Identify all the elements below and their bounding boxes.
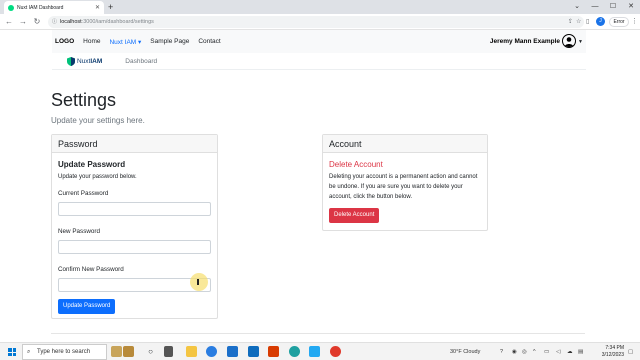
bookmark-star-icon[interactable]: ☆	[576, 17, 581, 27]
password-card-header: Password	[52, 135, 217, 153]
nuxt-favicon-icon	[8, 4, 14, 11]
password-card-body: Update Password Update your password bel…	[52, 153, 217, 320]
confirm-password-label: Confirm New Password	[58, 266, 124, 273]
account-card-header: Account	[323, 135, 487, 153]
nav-link-home[interactable]: Home	[83, 38, 100, 45]
window-controls: — ☐ ✕	[586, 0, 640, 14]
nuxt-iam-logo[interactable]: Nuxt IAM	[67, 56, 103, 66]
current-password-label: Current Password	[58, 190, 109, 197]
navbar-brand[interactable]: LOGO	[55, 38, 74, 45]
taskbar-search-box[interactable]: ⌕ Type here to search	[22, 344, 107, 360]
volume-icon[interactable]: ◁	[556, 343, 560, 360]
clock-time: 7:34 PM	[605, 345, 624, 351]
nav-link-sample-page[interactable]: Sample Page	[150, 38, 189, 45]
store-icon[interactable]	[227, 346, 238, 357]
chrome-alt-icon[interactable]	[206, 346, 217, 357]
logo-text-nuxt: Nuxt	[77, 57, 91, 65]
file-explorer-icon[interactable]	[186, 346, 197, 357]
weather-widget[interactable]: 30°F Cloudy	[450, 343, 480, 360]
info-icon[interactable]: ⓘ	[52, 16, 57, 28]
browser-menu-icon[interactable]: ⋮	[631, 17, 638, 27]
nav-link-contact[interactable]: Contact	[198, 38, 220, 45]
onedrive-icon[interactable]: ☁	[567, 343, 573, 360]
new-password-input[interactable]	[58, 240, 211, 254]
widgets-app-icon[interactable]	[111, 346, 122, 357]
shield-icon	[67, 56, 75, 66]
tray-icon-b[interactable]: ◎	[522, 343, 527, 360]
language-icon[interactable]: ▤	[578, 343, 583, 360]
windows-taskbar: ⌕ Type here to search ○ 30°F Cloudy ? ◉ …	[0, 342, 640, 360]
delete-account-title: Delete Account	[329, 160, 383, 169]
app-navbar: LOGO Home Nuxt IAM ▾ Sample Page Contact…	[52, 30, 586, 53]
tab-title: Nuxt IAM Dashboard	[17, 4, 64, 11]
maximize-icon[interactable]: ☐	[604, 0, 622, 14]
search-icon: ⌕	[27, 349, 31, 355]
new-password-label: New Password	[58, 228, 100, 235]
close-window-icon[interactable]: ✕	[622, 0, 640, 14]
network-icon[interactable]: ▭	[544, 343, 549, 360]
current-password-input[interactable]	[58, 202, 211, 216]
tray-chevron-icon[interactable]: ^	[533, 343, 536, 360]
browser-tab[interactable]: Nuxt IAM Dashboard ✕	[4, 1, 104, 14]
new-tab-icon[interactable]: +	[108, 1, 113, 13]
windows-start-icon[interactable]	[8, 348, 16, 356]
tray-help-icon[interactable]: ?	[500, 343, 503, 360]
mail-icon[interactable]	[248, 346, 259, 357]
nav-link-nuxt-iam[interactable]: Nuxt IAM ▾	[109, 38, 141, 46]
task-view-icon[interactable]	[164, 346, 173, 357]
page-subtitle: Update your settings here.	[51, 116, 145, 125]
cortana-icon[interactable]: ○	[145, 346, 156, 357]
logo-text-iam: IAM	[90, 57, 103, 65]
address-bar[interactable]: ⓘ localhost:3000/iam/dashboard/settings	[48, 16, 584, 28]
cursor-highlight	[190, 273, 208, 291]
side-panel-icon[interactable]: ▯	[586, 17, 589, 27]
dashboard-link[interactable]: Dashboard	[125, 58, 157, 65]
notification-icon[interactable]: ▢	[628, 343, 633, 360]
user-avatar-icon[interactable]	[562, 34, 576, 48]
browser-toolbar: ← → ↻ ⓘ localhost:3000/iam/dashboard/set…	[0, 14, 640, 30]
page-title: Settings	[51, 90, 117, 110]
update-password-title: Update Password	[58, 160, 126, 169]
taskbar-search-placeholder: Type here to search	[37, 349, 91, 355]
delete-account-button[interactable]: Delete Account	[329, 208, 380, 223]
office-icon[interactable]	[268, 346, 279, 357]
tab-search-chevron-icon[interactable]: ⌄	[574, 0, 580, 14]
account-card: Account Delete Account Deleting your acc…	[322, 134, 488, 231]
update-password-button[interactable]: Update Password	[58, 299, 116, 314]
profile-avatar[interactable]: J	[596, 17, 605, 26]
confirm-password-input[interactable]	[58, 278, 211, 292]
chrome-icon[interactable]	[330, 346, 341, 357]
minimize-icon[interactable]: —	[586, 0, 604, 14]
password-card: Password Update Password Update your pas…	[51, 134, 218, 319]
text-cursor-icon	[197, 279, 199, 285]
sub-navbar: Nuxt IAM Dashboard	[52, 53, 586, 70]
share-icon[interactable]: ⇪	[568, 17, 573, 27]
reload-icon[interactable]: ↻	[32, 16, 42, 28]
tray-icon-a[interactable]: ◉	[512, 343, 517, 360]
account-card-body: Delete Account Deleting your account is …	[323, 153, 487, 229]
footer-divider	[51, 333, 585, 334]
pinned-app-icon[interactable]	[123, 346, 134, 357]
clock-date: 3/12/2023	[601, 352, 624, 358]
browser-tabstrip: Nuxt IAM Dashboard ✕ + ⌄ — ☐ ✕	[0, 0, 640, 14]
delete-account-description: Deleting your account is a permanent act…	[329, 174, 478, 200]
taskbar-clock[interactable]: 7:34 PM 3/12/2023	[592, 345, 624, 359]
back-icon[interactable]: ←	[4, 16, 14, 28]
user-name[interactable]: Jeremy Mann Example	[490, 38, 560, 45]
url-path: :3000/iam/dashboard/settings	[81, 19, 154, 25]
error-button[interactable]: Error	[609, 17, 629, 27]
url-host: localhost	[60, 19, 82, 25]
user-dropdown-caret-icon[interactable]: ▼	[578, 39, 583, 45]
edge-icon[interactable]	[289, 346, 300, 357]
update-password-description: Update your password below.	[58, 174, 137, 180]
vscode-icon[interactable]	[309, 346, 320, 357]
close-tab-icon[interactable]: ✕	[95, 4, 100, 11]
forward-icon[interactable]: →	[18, 16, 28, 28]
